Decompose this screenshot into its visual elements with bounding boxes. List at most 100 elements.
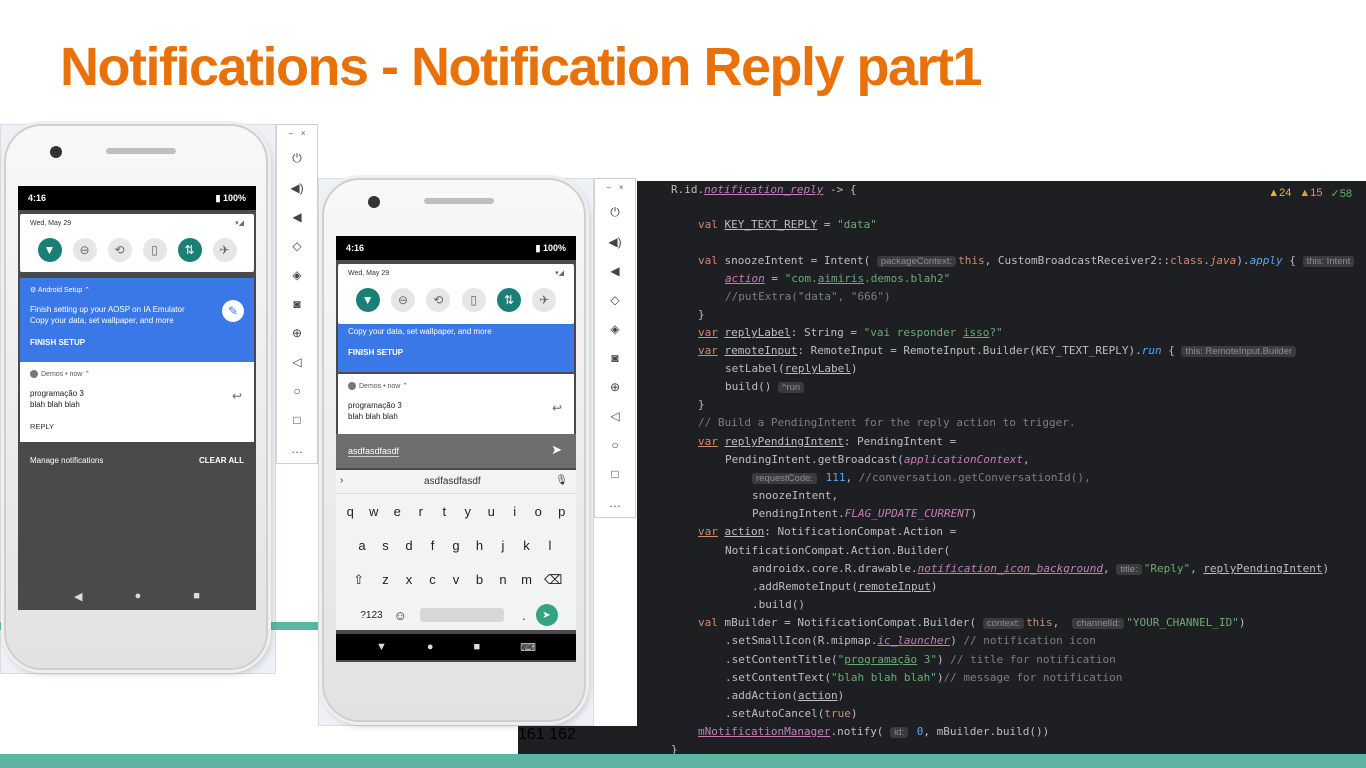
demos-notification[interactable]: Demos • now ⌃ programação 3 blah blah bl…: [20, 362, 254, 442]
finish-setup-button[interactable]: FINISH SETUP: [348, 348, 403, 357]
key-f[interactable]: f: [421, 538, 445, 553]
key-r[interactable]: r: [409, 504, 433, 519]
mobile-data-toggle-icon[interactable]: ⇅: [177, 238, 202, 262]
key-u[interactable]: u: [480, 504, 504, 519]
key-w[interactable]: w: [362, 504, 386, 519]
power-icon[interactable]: ⏻: [605, 198, 625, 227]
key-p[interactable]: p: [550, 504, 574, 519]
key-a[interactable]: a: [350, 538, 374, 553]
key-l[interactable]: l: [538, 538, 562, 553]
space-bar[interactable]: [420, 608, 504, 622]
rotate-left-icon[interactable]: ◇: [287, 231, 307, 260]
key-e[interactable]: e: [386, 504, 410, 519]
finish-setup-button[interactable]: FINISH SETUP: [30, 338, 85, 347]
zoom-icon[interactable]: ⊕: [287, 318, 307, 347]
shift-key-icon[interactable]: ⇧: [344, 572, 374, 588]
manage-notifications-link[interactable]: Manage notifications: [30, 456, 103, 465]
code-editor[interactable]: ▲24 ▲15 ✓58 R.id.notification_reply -> {…: [637, 181, 1366, 760]
key-d[interactable]: d: [397, 538, 421, 553]
key-i[interactable]: i: [503, 504, 527, 519]
keyboard-switch-icon[interactable]: ⌨: [520, 641, 536, 654]
code-line: androidx.core.R.drawable.notification_ic…: [752, 562, 1330, 575]
clear-all-button[interactable]: CLEAR ALL: [199, 456, 244, 465]
key-h[interactable]: h: [468, 538, 492, 553]
key-j[interactable]: j: [491, 538, 515, 553]
close-icon[interactable]: ×: [301, 129, 306, 138]
key-c[interactable]: c: [421, 572, 445, 588]
home-icon[interactable]: ●: [427, 641, 434, 653]
battery-saver-icon[interactable]: ▯: [461, 288, 486, 312]
battery-saver-icon[interactable]: ▯: [142, 238, 167, 262]
zoom-icon[interactable]: ⊕: [605, 372, 625, 401]
dnd-toggle-icon[interactable]: ⊖: [390, 288, 415, 312]
emoji-key-icon[interactable]: ☺: [389, 608, 413, 623]
expand-icon[interactable]: ›: [340, 475, 343, 486]
back-icon[interactable]: ◁: [287, 347, 307, 376]
key-o[interactable]: o: [527, 504, 551, 519]
more-icon[interactable]: …: [287, 434, 307, 463]
rotate-right-icon[interactable]: ◈: [605, 314, 625, 343]
volume-up-icon[interactable]: ◀): [287, 173, 307, 202]
rotate-right-icon[interactable]: ◈: [287, 260, 307, 289]
recents-icon[interactable]: ■: [193, 590, 200, 602]
enter-key-icon[interactable]: ➤: [535, 604, 558, 626]
volume-down-icon[interactable]: ◀: [287, 202, 307, 231]
weak-warning-icon: ▲: [1299, 187, 1311, 199]
key-m[interactable]: m: [515, 572, 539, 588]
reply-button[interactable]: REPLY: [30, 422, 54, 431]
reply-arrow-icon: ↩: [231, 389, 242, 403]
volume-up-icon[interactable]: ◀): [605, 227, 625, 256]
period-key[interactable]: .: [512, 608, 536, 623]
volume-down-icon[interactable]: ◀: [605, 256, 625, 285]
overview-icon[interactable]: □: [287, 405, 307, 434]
airplane-mode-icon[interactable]: ✈: [212, 238, 237, 262]
wifi-toggle-icon[interactable]: ▼: [355, 288, 380, 312]
send-icon[interactable]: ➤: [551, 442, 562, 458]
close-icon[interactable]: ×: [619, 183, 624, 192]
minimize-icon[interactable]: –: [288, 129, 292, 138]
suggestion-word[interactable]: asdfasdfasdf: [424, 476, 481, 487]
earpiece: [424, 198, 494, 204]
warning-count: 24: [1279, 187, 1292, 199]
key-q[interactable]: q: [339, 504, 363, 519]
inspection-widget[interactable]: ▲24 ▲15 ✓58: [1268, 187, 1352, 200]
key-x[interactable]: x: [397, 572, 421, 588]
demos-notification[interactable]: Demos • now ⌃ programação 3 blah blah bl…: [338, 374, 574, 434]
power-icon[interactable]: ⏻: [287, 144, 307, 173]
key-n[interactable]: n: [491, 572, 515, 588]
key-b[interactable]: b: [468, 572, 492, 588]
back-icon[interactable]: ◁: [605, 401, 625, 430]
reply-input[interactable]: asdfasdfasdf: [348, 446, 400, 457]
key-s[interactable]: s: [374, 538, 398, 553]
home-icon[interactable]: ○: [605, 430, 625, 459]
airplane-mode-icon[interactable]: ✈: [532, 288, 557, 312]
android-setup-notification[interactable]: ⚙ Android Setup ⌃ Finish setting up your…: [20, 278, 254, 362]
key-z[interactable]: z: [374, 572, 398, 588]
mic-icon[interactable]: 🎙: [555, 475, 568, 486]
wifi-toggle-icon[interactable]: ▼: [37, 238, 62, 262]
android-setup-notification[interactable]: Copy your data, set wallpaper, and more …: [338, 318, 574, 372]
mobile-data-toggle-icon[interactable]: ⇅: [496, 288, 521, 312]
recents-icon[interactable]: ■: [473, 641, 480, 653]
key-k[interactable]: k: [515, 538, 539, 553]
ok-count: 58: [1339, 188, 1352, 200]
rotate-left-icon[interactable]: ◇: [605, 285, 625, 314]
more-icon[interactable]: …: [605, 488, 625, 517]
home-icon[interactable]: ●: [135, 590, 142, 602]
back-icon[interactable]: ◀: [74, 590, 82, 603]
backspace-key-icon[interactable]: ⌫: [538, 572, 568, 588]
camera-icon[interactable]: ◙: [605, 343, 625, 372]
key-t[interactable]: t: [433, 504, 457, 519]
key-g[interactable]: g: [444, 538, 468, 553]
key-y[interactable]: y: [456, 504, 480, 519]
overview-icon[interactable]: □: [605, 459, 625, 488]
dnd-toggle-icon[interactable]: ⊖: [72, 238, 97, 262]
home-icon[interactable]: ○: [287, 376, 307, 405]
camera-icon[interactable]: ◙: [287, 289, 307, 318]
minimize-icon[interactable]: –: [606, 183, 610, 192]
rotate-toggle-icon[interactable]: ⟲: [426, 288, 451, 312]
back-icon[interactable]: ▼: [376, 641, 387, 653]
rotate-toggle-icon[interactable]: ⟲: [107, 238, 132, 262]
symbols-key[interactable]: ?123: [355, 610, 389, 621]
key-v[interactable]: v: [444, 572, 468, 588]
